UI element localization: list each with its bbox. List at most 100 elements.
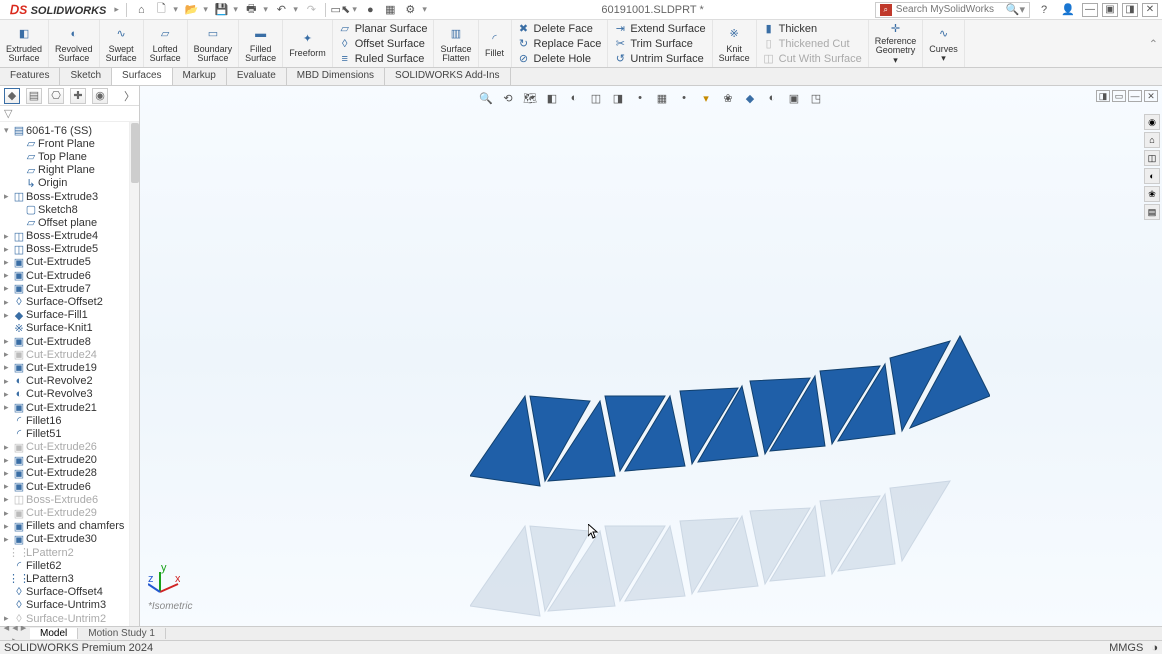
print-dropdown-icon[interactable]: ▾ xyxy=(261,4,271,15)
tree-expand-icon[interactable]: ▸ xyxy=(4,481,12,492)
ribbon-curves[interactable]: ∿Curves▾ xyxy=(923,20,965,67)
feature-boss-extrude6[interactable]: ▸◫Boss-Extrude6 xyxy=(2,493,129,506)
tree-expand-icon[interactable]: ▸ xyxy=(4,257,12,268)
ribbon-fillet[interactable]: ◜Fillet xyxy=(479,20,512,67)
tree-expand-icon[interactable]: ▸ xyxy=(4,534,12,545)
feature-cut-extrude26[interactable]: ▸▣Cut-Extrude26 xyxy=(2,441,129,454)
vp-window-icon[interactable]: ▭ xyxy=(1112,90,1126,102)
tree-expand-icon[interactable]: ▸ xyxy=(4,231,12,242)
close-button[interactable]: ✕ xyxy=(1142,3,1158,17)
extend-surface[interactable]: ⇥Extend Surface xyxy=(614,21,705,36)
untrim-surface[interactable]: ↺Untrim Surface xyxy=(614,51,705,66)
feature-fillet62[interactable]: ◜Fillet62 xyxy=(2,559,129,572)
headsup-tool-8[interactable]: ▦ xyxy=(654,90,670,106)
tree-expand-icon[interactable]: ▸ xyxy=(4,349,12,360)
feature-manager-tab-icon[interactable]: ◆ xyxy=(4,88,20,104)
feature-surface-knit1[interactable]: ※Surface-Knit1 xyxy=(2,322,129,335)
tree-scrollbar[interactable] xyxy=(129,122,139,626)
undo-icon[interactable]: ↶ xyxy=(273,2,289,18)
maximize-button[interactable]: ◨ xyxy=(1122,3,1138,17)
save-dropdown-icon[interactable]: ▾ xyxy=(231,4,241,15)
taskpane-scene-icon[interactable]: ❀ xyxy=(1144,186,1160,202)
feature-lpattern2[interactable]: ⋮⋮LPattern2 xyxy=(2,546,129,559)
status-extra-icon[interactable]: ◑ xyxy=(1151,642,1158,654)
feature-cut-extrude20[interactable]: ▸▣Cut-Extrude20 xyxy=(2,454,129,467)
ribbon-boundary[interactable]: ▭BoundarySurface xyxy=(188,20,240,67)
headsup-tool-6[interactable]: ◨ xyxy=(610,90,626,106)
vp-minimize-icon[interactable]: — xyxy=(1128,90,1142,102)
headsup-tool-3[interactable]: ◧ xyxy=(544,90,560,106)
minimize-button[interactable]: — xyxy=(1082,3,1098,17)
replace-face[interactable]: ↻Replace Face xyxy=(518,36,602,51)
headsup-tool-0[interactable]: 🔍 xyxy=(478,90,494,106)
property-manager-tab-icon[interactable]: ▤ xyxy=(26,88,42,104)
undo-dropdown-icon[interactable]: ▾ xyxy=(291,4,301,15)
status-units[interactable]: MMGS xyxy=(1109,642,1143,654)
feature-cut-extrude24[interactable]: ▸▣Cut-Extrude24 xyxy=(2,348,129,361)
select-dropdown-icon[interactable]: ▾ xyxy=(350,4,360,15)
taskpane-home-view-icon[interactable]: ⌂ xyxy=(1144,132,1160,148)
scrollbar-thumb[interactable] xyxy=(131,123,139,183)
headsup-tool-13[interactable]: ◐ xyxy=(764,90,780,106)
ruled-surface[interactable]: ≡Ruled Surface xyxy=(339,51,428,66)
tab-mbd-dimensions[interactable]: MBD Dimensions xyxy=(287,68,385,85)
feature-6061-t6-ss-[interactable]: ▾▤6061-T6 (SS) xyxy=(2,124,129,137)
home-icon[interactable]: ⌂ xyxy=(133,2,149,18)
tree-expand-icon[interactable]: ▸ xyxy=(4,376,12,387)
feature-cut-extrude21[interactable]: ▸▣Cut-Extrude21 xyxy=(2,401,129,414)
tree-expand-icon[interactable]: ▸ xyxy=(4,389,12,400)
new-dropdown-icon[interactable]: ▾ xyxy=(171,4,181,15)
feature-surface-offset2[interactable]: ▸◊Surface-Offset2 xyxy=(2,295,129,308)
headsup-tool-1[interactable]: ⟲ xyxy=(500,90,516,106)
tree-expand-icon[interactable]: ▸ xyxy=(4,270,12,281)
ribbon-extruded[interactable]: ◧ExtrudedSurface xyxy=(0,20,49,67)
tree-expand-icon[interactable]: ▸ xyxy=(4,336,12,347)
feature-cut-revolve3[interactable]: ▸◐Cut-Revolve3 xyxy=(2,388,129,401)
headsup-tool-12[interactable]: ◆ xyxy=(742,90,758,106)
tab-evaluate[interactable]: Evaluate xyxy=(227,68,287,85)
ribbon-freeform[interactable]: ✦Freeform xyxy=(283,20,333,67)
feature-origin[interactable]: ↳Origin xyxy=(2,177,129,190)
feature-fillets-and-chamfers[interactable]: ▸▣Fillets and chamfers xyxy=(2,520,129,533)
thicken[interactable]: ▮Thicken xyxy=(763,21,862,36)
panel-next-icon[interactable]: 〉 xyxy=(124,88,135,104)
tree-expand-icon[interactable]: ▸ xyxy=(4,310,12,321)
feature-cut-extrude6[interactable]: ▸▣Cut-Extrude6 xyxy=(2,269,129,282)
headsup-tool-14[interactable]: ▣ xyxy=(786,90,802,106)
tree-expand-icon[interactable]: ▸ xyxy=(4,362,12,373)
feature-offset-plane[interactable]: ▱Offset plane xyxy=(2,216,129,229)
tree-expand-icon[interactable]: ▸ xyxy=(4,442,12,453)
feature-cut-extrude30[interactable]: ▸▣Cut-Extrude30 xyxy=(2,533,129,546)
tree-expand-icon[interactable]: ▸ xyxy=(4,508,12,519)
ribbon-swept[interactable]: ∿SweptSurface xyxy=(100,20,144,67)
ribbon-revolved[interactable]: ◐RevolvedSurface xyxy=(49,20,100,67)
tab-model[interactable]: Model xyxy=(30,628,78,639)
feature-cut-revolve2[interactable]: ▸◐Cut-Revolve2 xyxy=(2,375,129,388)
offset-surface[interactable]: ◊Offset Surface xyxy=(339,36,428,51)
headsup-tool-2[interactable]: 🗺 xyxy=(522,90,538,106)
feature-cut-extrude6[interactable]: ▸▣Cut-Extrude6 xyxy=(2,480,129,493)
tree-expand-icon[interactable]: ▸ xyxy=(4,613,12,624)
feature-boss-extrude4[interactable]: ▸◫Boss-Extrude4 xyxy=(2,230,129,243)
open-dropdown-icon[interactable]: ▾ xyxy=(201,4,211,15)
display-manager-tab-icon[interactable]: ◉ xyxy=(92,88,108,104)
feature-fillet51[interactable]: ◜Fillet51 xyxy=(2,427,129,440)
settings-dropdown-icon[interactable]: ▾ xyxy=(420,4,430,15)
tree-expand-icon[interactable]: ▸ xyxy=(4,297,12,308)
ribbon-surface-flatten[interactable]: ▥SurfaceFlatten xyxy=(434,20,478,67)
help-icon[interactable]: ? xyxy=(1036,2,1052,18)
feature-surface-fill1[interactable]: ▸◆Surface-Fill1 xyxy=(2,309,129,322)
tab-motion-study[interactable]: Motion Study 1 xyxy=(78,628,166,639)
rebuild-icon[interactable]: ● xyxy=(362,2,378,18)
ribbon-reference-geometry[interactable]: ✛ReferenceGeometry▾ xyxy=(869,20,924,67)
feature-boss-extrude5[interactable]: ▸◫Boss-Extrude5 xyxy=(2,243,129,256)
vp-close-icon[interactable]: ✕ xyxy=(1144,90,1158,102)
tab-sketch[interactable]: Sketch xyxy=(60,68,112,85)
vp-restore-icon[interactable]: ◨ xyxy=(1096,90,1110,102)
tree-expand-icon[interactable]: ▸ xyxy=(4,521,12,532)
search-box[interactable]: ⌕ 🔍▾ xyxy=(875,2,1030,18)
select-icon[interactable]: ▭⬉ xyxy=(332,2,348,18)
feature-cut-extrude7[interactable]: ▸▣Cut-Extrude7 xyxy=(2,282,129,295)
dimxpert-tab-icon[interactable]: ✚ xyxy=(70,88,86,104)
tab-surfaces[interactable]: Surfaces xyxy=(112,68,172,85)
